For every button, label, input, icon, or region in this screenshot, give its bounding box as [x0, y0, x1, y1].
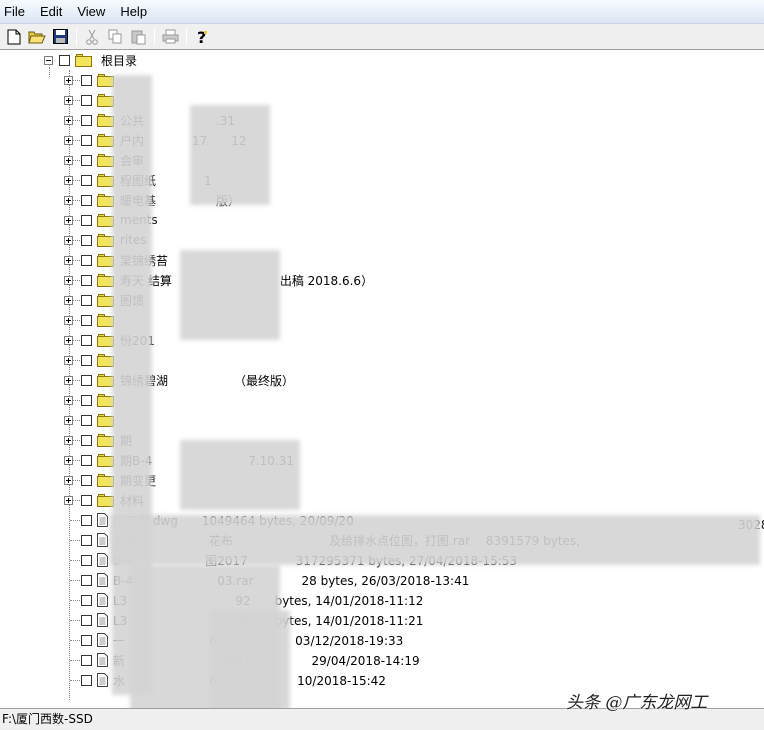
expand-toggle[interactable] — [64, 215, 73, 225]
folder-checkbox[interactable] — [81, 334, 92, 346]
file-tree[interactable]: 根目录公共 .31户内 17 12会审程图纸 1暖电基 版）mentsrites… — [0, 50, 764, 708]
file-icon — [97, 573, 108, 587]
folder-checkbox[interactable] — [81, 134, 92, 146]
expand-toggle[interactable] — [64, 255, 73, 265]
expand-toggle[interactable] — [64, 475, 73, 485]
expand-toggle[interactable] — [64, 135, 73, 145]
file-icon — [97, 533, 108, 547]
file-checkbox[interactable] — [81, 614, 92, 626]
privacy-mask — [190, 105, 270, 205]
folder-checkbox[interactable] — [81, 454, 92, 466]
toolbar: ? — [0, 24, 764, 50]
toolbar-separator — [76, 27, 77, 46]
folder-checkbox[interactable] — [81, 314, 92, 326]
copy-icon[interactable] — [104, 26, 126, 48]
file-checkbox[interactable] — [81, 534, 92, 546]
menu-view[interactable]: View — [71, 0, 114, 24]
svg-text:?: ? — [197, 28, 206, 46]
open-icon[interactable] — [26, 26, 48, 48]
toolbar-separator — [186, 27, 187, 46]
watermark-text: 头条 @广东龙网工 — [566, 693, 708, 713]
folder-checkbox[interactable] — [81, 154, 92, 166]
folder-checkbox[interactable] — [81, 254, 92, 266]
menu-bar: File Edit View Help — [0, 0, 764, 24]
expand-toggle[interactable] — [64, 415, 73, 425]
folder-checkbox[interactable] — [81, 194, 92, 206]
file-icon — [97, 553, 108, 567]
expand-toggle[interactable] — [64, 295, 73, 305]
privacy-mask — [210, 610, 290, 708]
folder-checkbox[interactable] — [81, 274, 92, 286]
menu-help[interactable]: Help — [114, 0, 156, 24]
folder-checkbox[interactable] — [81, 294, 92, 306]
expand-toggle[interactable] — [64, 95, 73, 105]
file-icon — [97, 593, 108, 607]
file-icon — [97, 613, 108, 627]
save-icon[interactable] — [49, 26, 71, 48]
expand-toggle[interactable] — [64, 495, 73, 505]
cut-icon[interactable] — [81, 26, 103, 48]
folder-checkbox[interactable] — [81, 234, 92, 246]
folder-checkbox[interactable] — [81, 174, 92, 186]
file-checkbox[interactable] — [81, 674, 92, 686]
privacy-mask — [110, 515, 760, 565]
file-checkbox[interactable] — [81, 554, 92, 566]
expand-toggle[interactable] — [64, 175, 73, 185]
file-icon — [97, 633, 108, 647]
folder-checkbox[interactable] — [81, 494, 92, 506]
collapse-toggle[interactable] — [44, 55, 53, 65]
expand-toggle[interactable] — [64, 115, 73, 125]
file-checkbox[interactable] — [81, 654, 92, 666]
tree-root[interactable]: 根目录 — [44, 50, 137, 70]
tree-root-label: 根目录 — [101, 53, 138, 68]
folder-checkbox[interactable] — [81, 214, 92, 226]
menu-file[interactable]: File — [0, 0, 34, 24]
privacy-mask — [180, 440, 300, 510]
file-checkbox[interactable] — [81, 574, 92, 586]
new-icon[interactable] — [3, 26, 25, 48]
folder-item[interactable]: 锦绣碧湖 （最终版） — [64, 370, 294, 390]
folder-checkbox[interactable] — [81, 434, 92, 446]
folder-checkbox[interactable] — [81, 394, 92, 406]
expand-toggle[interactable] — [64, 455, 73, 465]
folder-checkbox[interactable] — [81, 74, 92, 86]
expand-toggle[interactable] — [64, 235, 73, 245]
folder-checkbox[interactable] — [81, 354, 92, 366]
expand-toggle[interactable] — [64, 375, 73, 385]
print-icon[interactable] — [159, 26, 181, 48]
paste-icon[interactable] — [127, 26, 149, 48]
folder-checkbox[interactable] — [81, 474, 92, 486]
privacy-mask — [180, 250, 280, 340]
menu-edit[interactable]: Edit — [34, 0, 71, 24]
expand-toggle[interactable] — [64, 355, 73, 365]
current-path: F:\厦门西数-SSD — [2, 712, 93, 726]
help-icon[interactable]: ? — [191, 26, 213, 48]
file-checkbox[interactable] — [81, 594, 92, 606]
file-checkbox[interactable] — [81, 634, 92, 646]
folder-checkbox[interactable] — [81, 374, 92, 386]
expand-toggle[interactable] — [64, 335, 73, 345]
expand-toggle[interactable] — [64, 395, 73, 405]
file-icon — [97, 673, 108, 687]
folder-checkbox[interactable] — [81, 414, 92, 426]
folder-icon — [75, 53, 93, 67]
expand-toggle[interactable] — [64, 75, 73, 85]
expand-toggle[interactable] — [64, 275, 73, 285]
toolbar-separator — [154, 27, 155, 46]
file-icon — [97, 513, 108, 527]
expand-toggle[interactable] — [64, 435, 73, 445]
root-checkbox[interactable] — [59, 54, 70, 66]
folder-checkbox[interactable] — [81, 114, 92, 126]
file-icon — [97, 653, 108, 667]
folder-checkbox[interactable] — [81, 94, 92, 106]
expand-toggle[interactable] — [64, 315, 73, 325]
file-checkbox[interactable] — [81, 514, 92, 526]
expand-toggle[interactable] — [64, 195, 73, 205]
expand-toggle[interactable] — [64, 155, 73, 165]
